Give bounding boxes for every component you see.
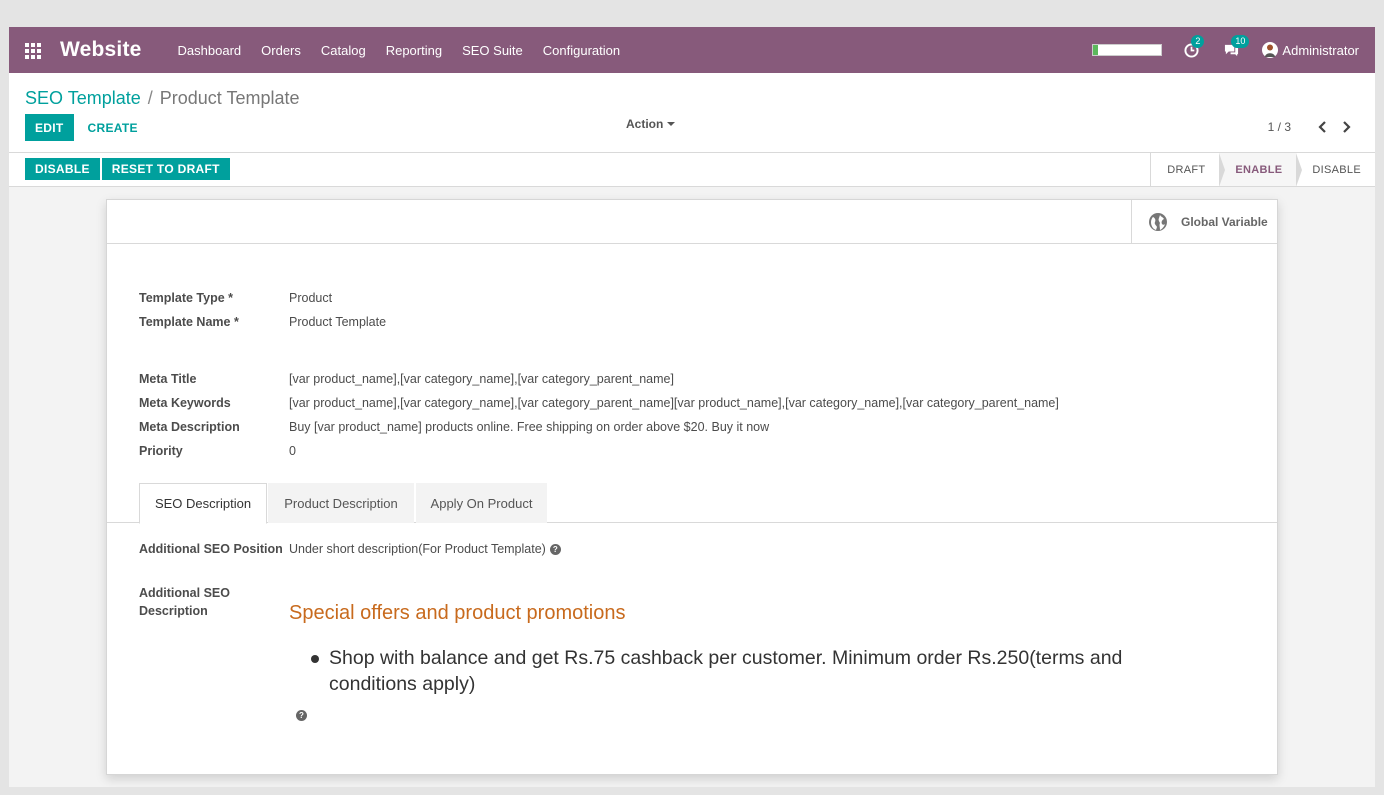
field-priority: Priority 0 bbox=[139, 439, 1059, 463]
main-menu: Dashboard Orders Catalog Reporting SEO S… bbox=[178, 43, 641, 58]
breadcrumb-current: Product Template bbox=[159, 88, 300, 108]
seo-description-heading: Special offers and product promotions bbox=[289, 602, 626, 624]
field-meta-description: Meta Description Buy [var product_name] … bbox=[139, 415, 1059, 439]
menu-catalog[interactable]: Catalog bbox=[321, 43, 366, 58]
meta-description-value: Buy [var product_name] products online. … bbox=[289, 420, 770, 434]
global-variable-button[interactable]: Global Variable bbox=[1131, 200, 1277, 243]
field-label-line: Description bbox=[139, 604, 208, 618]
status-buttons: DISABLE RESET TO DRAFT bbox=[25, 158, 230, 180]
field-additional-seo-position: Additional SEO Position Under short desc… bbox=[139, 537, 561, 561]
form-buttons: EDIT CREATE bbox=[25, 114, 148, 141]
field-label: Template Type * bbox=[139, 291, 234, 305]
control-panel: SEO Template / Product Template EDIT CRE… bbox=[9, 73, 1375, 153]
field-meta-title: Meta Title [var product_name],[var categ… bbox=[139, 367, 1059, 391]
stage-disable[interactable]: DISABLE bbox=[1296, 153, 1375, 186]
button-box: Global Variable bbox=[107, 200, 1277, 244]
field-label: Meta Title bbox=[139, 372, 197, 386]
onboarding-progress-bar[interactable] bbox=[1092, 44, 1163, 56]
help-question-icon[interactable]: ? bbox=[549, 544, 561, 556]
help-question-icon[interactable]: ? bbox=[296, 710, 307, 721]
app-window: Website Dashboard Orders Catalog Reporti… bbox=[9, 27, 1375, 787]
chevron-left-icon[interactable] bbox=[1315, 120, 1329, 134]
reset-to-draft-button[interactable]: RESET TO DRAFT bbox=[101, 158, 230, 180]
field-label: Priority bbox=[139, 444, 183, 458]
app-brand: Website bbox=[60, 38, 142, 61]
form-statusbar: DISABLE RESET TO DRAFT DRAFT ENABLE DISA… bbox=[9, 153, 1375, 187]
tab-apply-on-product[interactable]: Apply On Product bbox=[416, 483, 547, 523]
field-template-name: Template Name * Product Template bbox=[139, 310, 386, 334]
template-fields: Template Type * Product Template Name * … bbox=[139, 286, 386, 334]
disable-button[interactable]: DISABLE bbox=[25, 158, 100, 180]
field-label-line: Additional SEO bbox=[139, 586, 230, 600]
action-dropdown[interactable]: Action bbox=[626, 117, 676, 131]
pager: 1 / 3 bbox=[1268, 120, 1353, 134]
messages-chat-icon[interactable]: 10 bbox=[1222, 35, 1250, 59]
seo-position-field: Additional SEO Position Under short desc… bbox=[139, 537, 561, 561]
caret-down-icon bbox=[667, 122, 676, 126]
top-navbar: Website Dashboard Orders Catalog Reporti… bbox=[9, 27, 1375, 73]
field-label: Meta Keywords bbox=[139, 396, 231, 410]
template-name-value: Product Template bbox=[289, 315, 387, 329]
field-label: Template Name * bbox=[139, 315, 239, 329]
notebook-tabs: SEO Description Product Description Appl… bbox=[107, 483, 1277, 524]
systray: 2 10 Administrator bbox=[1092, 27, 1359, 73]
meta-title-value: [var product_name],[var category_name],[… bbox=[289, 372, 674, 386]
edit-button[interactable]: EDIT bbox=[25, 114, 74, 141]
user-name: Administrator bbox=[1282, 42, 1359, 58]
activity-count-badge: 2 bbox=[1191, 35, 1205, 48]
stage-enable[interactable]: ENABLE bbox=[1219, 153, 1303, 187]
field-template-type: Template Type * Product bbox=[139, 286, 386, 310]
tab-seo-description[interactable]: SEO Description bbox=[139, 483, 267, 524]
seo-description-label: Additional SEO Description bbox=[139, 584, 289, 620]
menu-reporting[interactable]: Reporting bbox=[386, 43, 442, 58]
create-button[interactable]: CREATE bbox=[78, 114, 148, 141]
breadcrumb: SEO Template / Product Template bbox=[25, 88, 300, 109]
globe-icon bbox=[1149, 212, 1167, 231]
meta-fields: Meta Title [var product_name],[var categ… bbox=[139, 367, 1059, 463]
seo-position-value: Under short description(For Product Temp… bbox=[289, 542, 561, 556]
meta-keywords-value: [var product_name],[var category_name],[… bbox=[289, 396, 1059, 410]
stage-draft[interactable]: DRAFT bbox=[1151, 153, 1226, 187]
form-sheet: Global Variable Template Type * Product … bbox=[106, 199, 1278, 775]
priority-value: 0 bbox=[289, 444, 296, 458]
progress-fill bbox=[1093, 45, 1099, 55]
template-type-value: Product bbox=[289, 291, 333, 305]
seo-position-text: Under short description(For Product Temp… bbox=[289, 542, 546, 556]
pager-value[interactable]: 1 / 3 bbox=[1268, 120, 1291, 134]
menu-dashboard[interactable]: Dashboard bbox=[178, 43, 242, 58]
breadcrumb-parent-link[interactable]: SEO Template bbox=[25, 88, 141, 109]
global-variable-label: Global Variable bbox=[1181, 214, 1268, 229]
seo-description-list: Shop with balance and get Rs.75 cashback… bbox=[309, 645, 1189, 697]
menu-seo-suite[interactable]: SEO Suite bbox=[462, 43, 523, 58]
menu-configuration[interactable]: Configuration bbox=[543, 43, 620, 58]
field-label: Meta Description bbox=[139, 420, 240, 434]
apps-menu-icon[interactable] bbox=[25, 43, 43, 59]
action-label: Action bbox=[626, 117, 664, 131]
field-meta-keywords: Meta Keywords [var product_name],[var ca… bbox=[139, 391, 1059, 415]
field-label: Additional SEO Position bbox=[139, 542, 283, 556]
messages-count-badge: 10 bbox=[1231, 35, 1250, 48]
chevron-right-icon[interactable] bbox=[1339, 120, 1353, 134]
list-item: Shop with balance and get Rs.75 cashback… bbox=[309, 645, 1189, 697]
tab-product-description[interactable]: Product Description bbox=[268, 483, 414, 523]
activity-clock-icon[interactable]: 2 bbox=[1182, 35, 1205, 59]
breadcrumb-separator: / bbox=[147, 88, 153, 108]
user-menu[interactable]: Administrator bbox=[1262, 42, 1359, 58]
status-stages: DRAFT ENABLE DISABLE bbox=[1150, 153, 1375, 187]
menu-orders[interactable]: Orders bbox=[261, 43, 301, 58]
avatar bbox=[1262, 42, 1279, 58]
